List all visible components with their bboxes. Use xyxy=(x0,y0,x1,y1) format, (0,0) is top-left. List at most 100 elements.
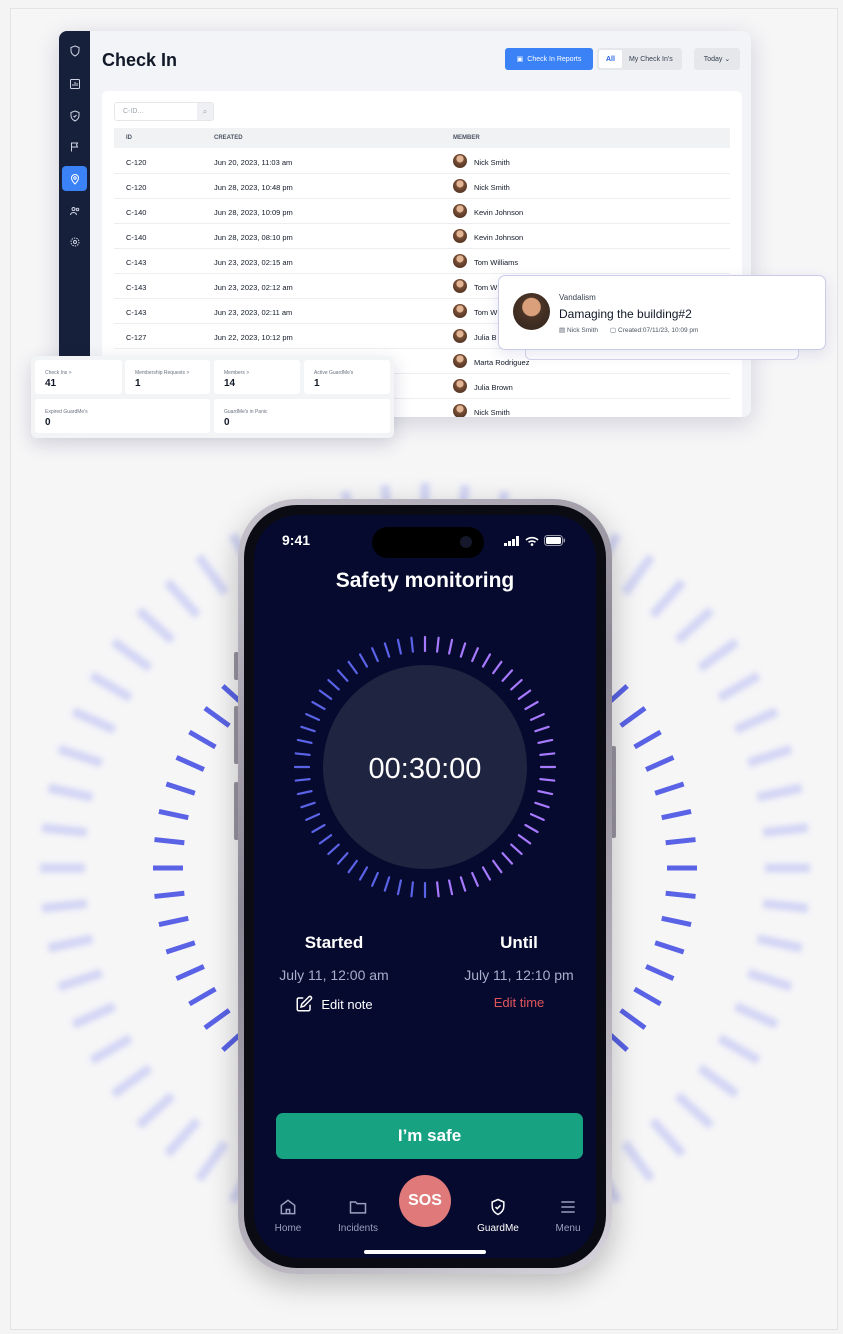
shield-check-icon[interactable] xyxy=(62,103,87,128)
table-row[interactable]: C-120 Jun 28, 2023, 10:48 pm Nick Smith xyxy=(114,174,730,199)
cell-id: C-143 xyxy=(126,283,147,292)
background-ray xyxy=(756,934,803,953)
dial-tick xyxy=(383,876,391,892)
background-ray xyxy=(158,809,189,821)
cell-created: Jun 22, 2023, 10:12 pm xyxy=(214,333,293,342)
avatar xyxy=(453,279,467,293)
background-ray xyxy=(619,1008,647,1030)
stat-membership-requests[interactable]: Membership Requests >1 xyxy=(125,360,210,394)
column-header-member: MEMBER xyxy=(453,135,480,141)
avatar xyxy=(453,179,467,193)
dial-tick xyxy=(410,881,414,898)
avatar xyxy=(453,329,467,343)
signal-icon xyxy=(504,535,519,546)
wifi-icon xyxy=(525,536,539,546)
battery-icon xyxy=(544,535,565,546)
avatar xyxy=(453,404,467,417)
background-ray xyxy=(746,968,793,992)
background-ray xyxy=(697,1064,740,1098)
dial-tick xyxy=(471,647,479,663)
dial-tick xyxy=(296,738,313,744)
users-icon[interactable] xyxy=(62,198,87,223)
cell-id: C-140 xyxy=(126,233,147,242)
search-icon[interactable]: ⌕ xyxy=(197,103,213,120)
stat-members[interactable]: Members >14 xyxy=(214,360,300,394)
tab-menu[interactable]: Menu xyxy=(533,1197,596,1234)
check-in-reports-button[interactable]: ▣ Check In Reports xyxy=(505,48,593,70)
stat-check-ins[interactable]: Check Ins >41 xyxy=(35,360,122,394)
background-ray xyxy=(649,1117,686,1158)
dial-tick xyxy=(371,647,379,663)
avatar xyxy=(453,204,467,218)
cell-id: C-140 xyxy=(126,208,147,217)
countdown-timer: 00:30:00 xyxy=(368,753,482,785)
avatar xyxy=(453,229,467,243)
background-ray xyxy=(697,638,740,672)
edit-note-button[interactable]: Edit note xyxy=(254,995,414,1013)
dial-tick xyxy=(510,678,523,691)
table-row[interactable]: C-143 Jun 23, 2023, 02:15 am Tom Williams xyxy=(114,249,730,274)
background-ray xyxy=(154,890,185,899)
dial-tick xyxy=(311,700,326,711)
location-pin-icon[interactable] xyxy=(62,166,87,191)
column-header-id: ID xyxy=(126,135,132,141)
dial-tick xyxy=(327,678,340,691)
dial-tick xyxy=(300,801,316,809)
dial-tick xyxy=(448,879,454,896)
background-ray xyxy=(89,671,133,702)
chart-icon[interactable] xyxy=(62,71,87,96)
background-ray xyxy=(621,1140,655,1183)
incident-card[interactable]: Vandalism Damaging the building#2 ▤ Nick… xyxy=(498,275,826,350)
avatar xyxy=(513,293,550,330)
page-title: Check In xyxy=(102,50,178,70)
avatar xyxy=(453,254,467,268)
stat-guardmes-in-panic: GuardMe's in Panic 0 xyxy=(214,399,390,433)
avatar xyxy=(453,304,467,318)
tab-home[interactable]: Home xyxy=(254,1197,323,1234)
table-row[interactable]: C-140 Jun 28, 2023, 10:09 pm Kevin Johnson xyxy=(114,199,730,224)
background-ray xyxy=(645,964,675,981)
im-safe-button[interactable]: I’m safe xyxy=(276,1113,583,1159)
cell-member: Marta Rodriguez xyxy=(474,358,530,367)
until-label: Until xyxy=(500,933,538,952)
incident-meta: ▤ Nick Smith ▢ Created:07/11/23, 10:09 p… xyxy=(559,327,699,334)
background-ray xyxy=(164,1117,201,1158)
dial-tick xyxy=(347,859,358,874)
filter-all-tab[interactable]: All xyxy=(599,50,622,68)
background-ray xyxy=(135,1092,176,1129)
background-ray xyxy=(175,755,205,772)
dial-tick xyxy=(501,669,514,682)
edit-time-button[interactable]: Edit time xyxy=(439,995,596,1010)
settings-gear-icon[interactable] xyxy=(62,229,87,254)
background-ray xyxy=(164,578,201,619)
tab-guardme[interactable]: GuardMe xyxy=(463,1197,533,1234)
dial-tick xyxy=(524,823,539,834)
background-ray xyxy=(717,1034,761,1065)
search-input[interactable]: C-ID... ⌕ xyxy=(114,102,214,121)
id-card-icon: ▤ xyxy=(559,327,566,334)
tab-incidents[interactable]: Incidents xyxy=(323,1197,393,1234)
dynamic-island xyxy=(372,527,484,558)
background-ray xyxy=(154,837,185,846)
avatar xyxy=(453,154,467,168)
period-dropdown[interactable]: Today ⌄ xyxy=(694,48,740,70)
phone-device: 9:41 Safety monitoring 00:30:00 Started … xyxy=(238,499,612,1274)
sos-button[interactable]: SOS xyxy=(399,1175,451,1227)
dial-tick xyxy=(471,871,479,887)
home-indicator xyxy=(364,1250,486,1254)
shield-logo-icon[interactable] xyxy=(62,38,87,63)
flag-icon[interactable] xyxy=(62,134,87,159)
dial-tick xyxy=(336,852,349,865)
background-ray xyxy=(661,809,692,821)
table-row[interactable]: C-120 Jun 20, 2023, 11:03 am Nick Smith xyxy=(114,149,730,174)
background-ray xyxy=(645,755,675,772)
filter-my-check-ins-tab[interactable]: My Check In's xyxy=(622,50,680,68)
cell-member: Tom Williams xyxy=(474,258,519,267)
dial-tick xyxy=(492,859,503,874)
background-ray xyxy=(633,729,662,750)
stat-expired-guardmes: Expired GuardMe's 0 xyxy=(35,399,210,433)
dial-tick xyxy=(459,876,467,892)
background-ray xyxy=(57,744,104,768)
table-row[interactable]: C-140 Jun 28, 2023, 08:10 pm Kevin Johnson xyxy=(114,224,730,249)
home-icon xyxy=(280,1199,296,1215)
